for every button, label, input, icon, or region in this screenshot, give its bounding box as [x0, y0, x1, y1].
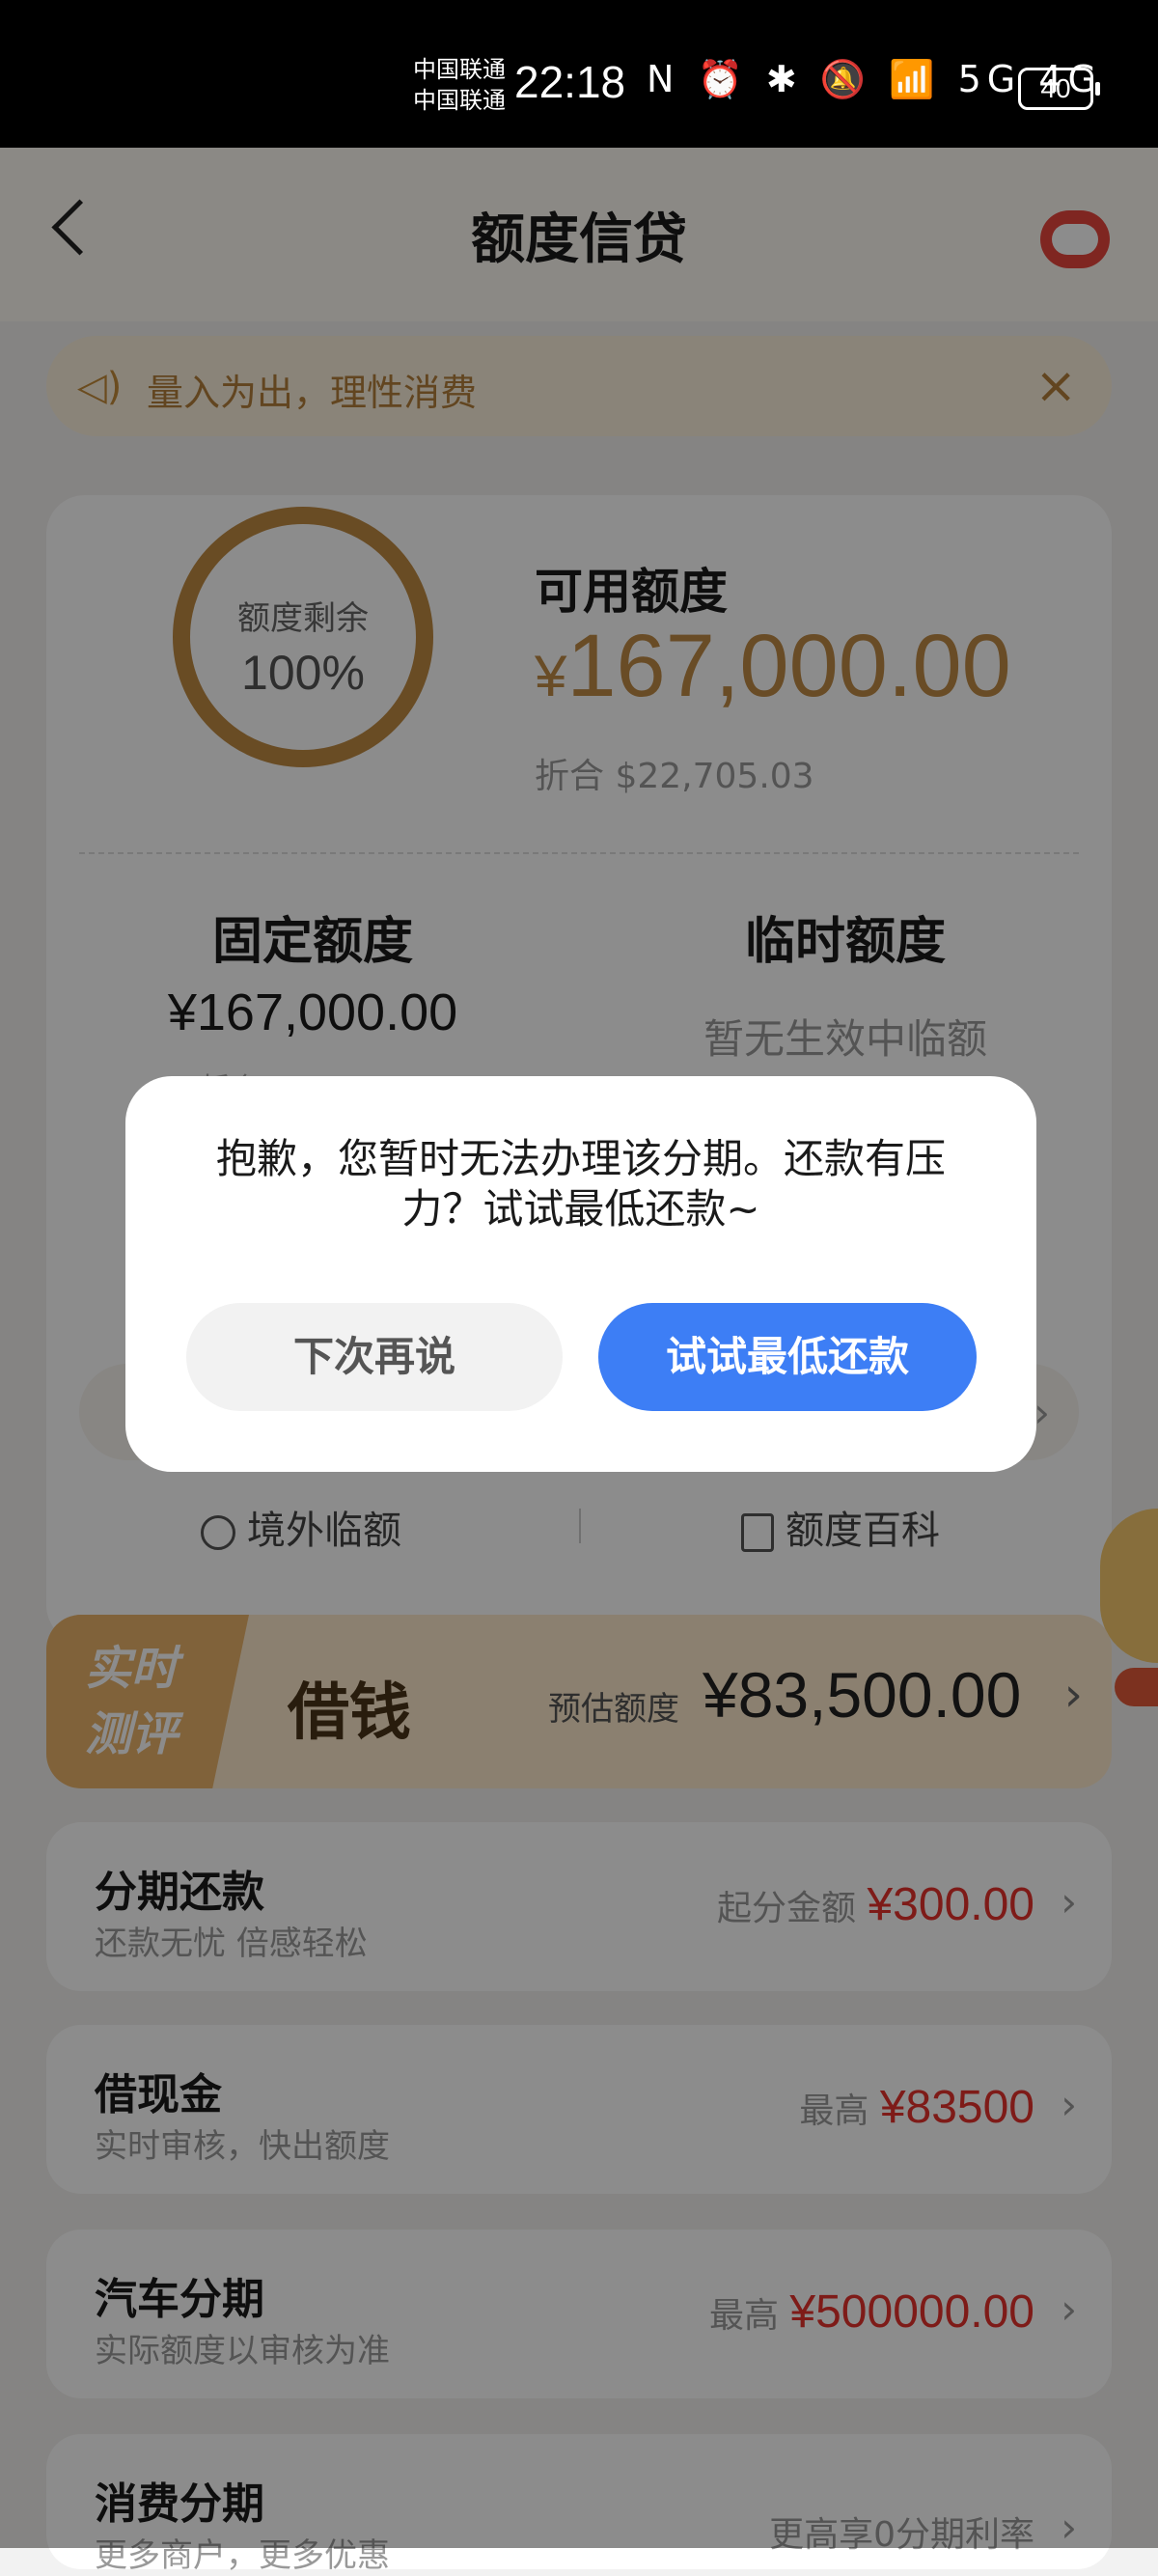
later-button[interactable]: 下次再说	[186, 1303, 563, 1411]
battery-icon: 40	[1018, 68, 1100, 110]
status-bar: 中国联通 中国联通 22:18 N ⏰ ✱ 🔕 📶 5G 4G 40	[0, 0, 1158, 148]
alert-dialog: 抱歉，您暂时无法办理该分期。还款有压力？试试最低还款~ 下次再说 试试最低还款	[125, 1076, 1036, 1472]
carrier-labels: 中国联通 中国联通	[413, 54, 506, 116]
carrier-1: 中国联通	[413, 56, 506, 83]
clock: 22:18	[514, 57, 626, 107]
try-min-repayment-button[interactable]: 试试最低还款	[598, 1303, 977, 1411]
dialog-message: 抱歉，您暂时无法办理该分期。还款有压力？试试最低还款~	[215, 1135, 946, 1233]
carrier-2: 中国联通	[413, 87, 506, 114]
